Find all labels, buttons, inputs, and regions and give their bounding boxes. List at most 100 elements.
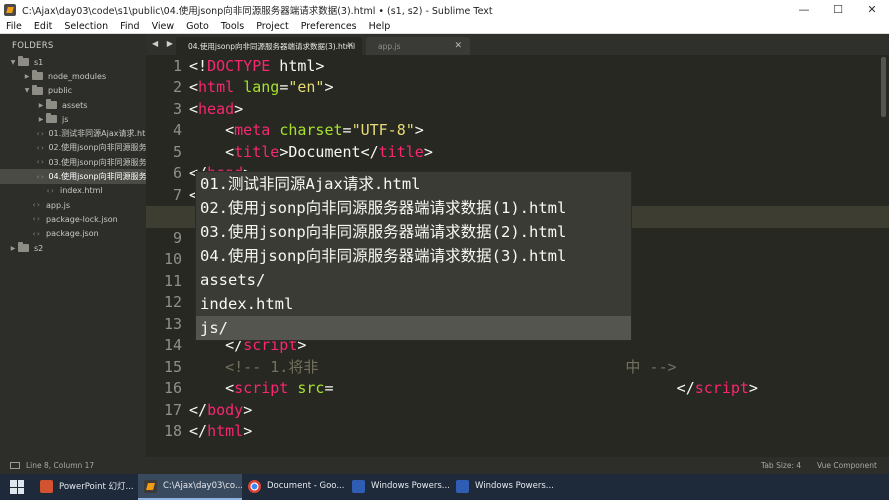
menu-item-file[interactable]: File bbox=[0, 21, 28, 32]
code-token: > bbox=[748, 379, 758, 397]
sidebar-file[interactable]: ‹› 03.使用jsonp向非同源服务器 bbox=[0, 155, 146, 169]
tree-label: package-lock.json bbox=[46, 214, 118, 224]
line-number: 2 bbox=[172, 78, 182, 96]
code-token: html bbox=[198, 78, 235, 96]
sidebar-file[interactable]: ‹› 04.使用jsonp向非同源服务器 bbox=[0, 169, 146, 184]
panel-toggle-icon[interactable] bbox=[10, 462, 20, 469]
tree-label: index.html bbox=[60, 186, 103, 196]
sidebar-folder[interactable]: ▼ s1 bbox=[0, 55, 146, 69]
menu-item-project[interactable]: Project bbox=[250, 21, 295, 32]
menu-item-help[interactable]: Help bbox=[363, 21, 397, 32]
code-token: title bbox=[234, 142, 280, 161]
code-token: title bbox=[378, 142, 424, 161]
file-icon: ‹› bbox=[32, 215, 41, 224]
sidebar-file[interactable]: ‹› index.html bbox=[0, 184, 146, 198]
chevron-down-icon[interactable]: ▼ bbox=[22, 87, 32, 94]
tab-close-icon[interactable]: ✕ bbox=[454, 41, 462, 51]
menu-item-preferences[interactable]: Preferences bbox=[295, 21, 363, 32]
autocomplete-item[interactable]: index.html bbox=[196, 292, 631, 316]
tab-bar: ◀ ▶ 04.使用jsonp向非同源服务器端请求数据(3).html ✕ app… bbox=[146, 34, 889, 55]
sidebar-file[interactable]: ‹› package-lock.json bbox=[0, 212, 146, 226]
sidebar-file[interactable]: ‹› 01.测试非同源Ajax请求.html bbox=[0, 126, 146, 140]
folder-icon bbox=[18, 242, 29, 252]
chevron-down-icon[interactable]: ▼ bbox=[8, 59, 18, 66]
taskbar-item[interactable]: Windows Powers... bbox=[346, 474, 450, 500]
code-token: < bbox=[189, 379, 235, 397]
sidebar-file[interactable]: ‹› app.js bbox=[0, 198, 146, 212]
autocomplete-item[interactable]: 03.使用jsonp向非同源服务器端请求数据(2).html bbox=[196, 220, 631, 244]
taskbar-item-label: Windows Powers... bbox=[475, 481, 554, 491]
tab-label: 04.使用jsonp向非同源服务器端请求数据(3).html bbox=[188, 41, 356, 51]
tab-nav-arrows[interactable]: ◀ ▶ bbox=[152, 39, 176, 48]
autocomplete-item[interactable]: 01.测试非同源Ajax请求.html bbox=[196, 172, 631, 196]
menu-item-goto[interactable]: Goto bbox=[180, 21, 215, 32]
code-token: 中 --> bbox=[625, 357, 677, 376]
chevron-right-icon[interactable]: ▶ bbox=[36, 116, 46, 123]
taskbar-item[interactable]: Windows Powers... bbox=[450, 474, 554, 500]
tree-label: 01.测试非同源Ajax请求.html bbox=[48, 129, 146, 139]
code-line[interactable]: <html lang="en"> bbox=[189, 77, 334, 99]
autocomplete-item[interactable]: 02.使用jsonp向非同源服务器端请求数据(1).html bbox=[196, 196, 631, 220]
tab-close-icon[interactable]: ✕ bbox=[346, 41, 354, 51]
code-line[interactable]: <title>Document</title> bbox=[189, 142, 433, 164]
file-icon: ‹› bbox=[36, 172, 45, 181]
title-bar: C:\Ajax\day03\code\s1\public\04.使用jsonp向… bbox=[0, 0, 889, 19]
tree-label: s2 bbox=[34, 243, 44, 253]
menu-item-find[interactable]: Find bbox=[114, 21, 145, 32]
code-line[interactable]: <head> bbox=[189, 99, 243, 121]
sidebar-folder[interactable]: ▼ public bbox=[0, 84, 146, 98]
taskbar-items: PowerPoint 幻灯... C:\Ajax\day03\co... Docum… bbox=[34, 474, 554, 500]
sidebar-file[interactable]: ‹› package.json bbox=[0, 227, 146, 241]
code-token: html> bbox=[270, 56, 325, 75]
menu-item-view[interactable]: View bbox=[146, 21, 181, 32]
chevron-right-icon[interactable]: ▶ bbox=[8, 245, 18, 252]
code-token: < bbox=[189, 78, 199, 96]
code-line[interactable]: <!DOCTYPE html> bbox=[189, 56, 324, 78]
code-token: </ bbox=[333, 379, 695, 397]
syntax-indicator[interactable]: Vue Component bbox=[817, 461, 889, 470]
close-button[interactable]: ✕ bbox=[855, 0, 889, 19]
code-line[interactable]: </html> bbox=[189, 421, 252, 443]
code-line[interactable]: <meta charset="UTF-8"> bbox=[189, 120, 424, 142]
file-icon: ‹› bbox=[36, 143, 45, 152]
line-number: 6 bbox=[172, 164, 182, 182]
start-button[interactable] bbox=[0, 474, 34, 500]
sidebar-folder[interactable]: ▶ js bbox=[0, 112, 146, 126]
autocomplete-popup[interactable]: 01.测试非同源Ajax请求.html 02.使用jsonp向非同源服务器端请求数… bbox=[195, 171, 632, 341]
tab-size-indicator[interactable]: Tab Size: 4 bbox=[761, 461, 817, 470]
chevron-right-icon[interactable]: ▶ bbox=[36, 102, 46, 109]
file-icon: ‹› bbox=[32, 229, 41, 238]
code-token: > bbox=[423, 142, 433, 161]
tab-app-js[interactable]: app.js ✕ bbox=[366, 37, 470, 55]
minimize-button[interactable]: — bbox=[787, 0, 821, 19]
folder-icon bbox=[18, 56, 29, 67]
code-line[interactable]: <script src= </script> bbox=[189, 378, 758, 400]
sidebar-folder[interactable]: ▶ node_modules bbox=[0, 69, 146, 83]
code-token: "en" bbox=[288, 78, 325, 96]
taskbar-item[interactable]: Document - Goo... bbox=[242, 474, 346, 500]
code-line[interactable]: <!-- 1.将非 中 --> bbox=[189, 357, 677, 379]
code-token: charset bbox=[279, 121, 343, 139]
sidebar-folder[interactable]: ▶ assets bbox=[0, 98, 146, 112]
autocomplete-item[interactable]: js/ bbox=[196, 316, 631, 340]
chevron-right-icon[interactable]: ▶ bbox=[22, 73, 32, 80]
code-token: > bbox=[414, 121, 424, 139]
code-line[interactable]: </body> bbox=[189, 400, 252, 422]
vertical-scrollbar[interactable] bbox=[881, 57, 886, 117]
tree-label: 02.使用jsonp向非同源服务器 bbox=[48, 143, 146, 153]
maximize-button[interactable]: ☐ bbox=[821, 0, 855, 19]
status-bar: Line 8, Column 17 Tab Size: 4 Vue Compon… bbox=[0, 457, 889, 474]
sublime-icon bbox=[144, 479, 157, 493]
autocomplete-item[interactable]: 04.使用jsonp向非同源服务器端请求数据(3).html bbox=[196, 244, 631, 268]
menu-item-edit[interactable]: Edit bbox=[28, 21, 58, 32]
autocomplete-item[interactable]: assets/ bbox=[196, 268, 631, 292]
taskbar-item[interactable]: PowerPoint 幻灯... bbox=[34, 474, 138, 500]
sidebar-folder[interactable]: ▶ s2 bbox=[0, 241, 146, 255]
file-icon: ‹› bbox=[32, 201, 41, 210]
tab-active-file[interactable]: 04.使用jsonp向非同源服务器端请求数据(3).html ✕ bbox=[176, 37, 362, 55]
menu-item-selection[interactable]: Selection bbox=[58, 21, 114, 32]
menu-item-tools[interactable]: Tools bbox=[215, 21, 250, 32]
sidebar-file[interactable]: ‹› 02.使用jsonp向非同源服务器 bbox=[0, 141, 146, 155]
taskbar-item[interactable]: C:\Ajax\day03\co... bbox=[138, 474, 242, 500]
